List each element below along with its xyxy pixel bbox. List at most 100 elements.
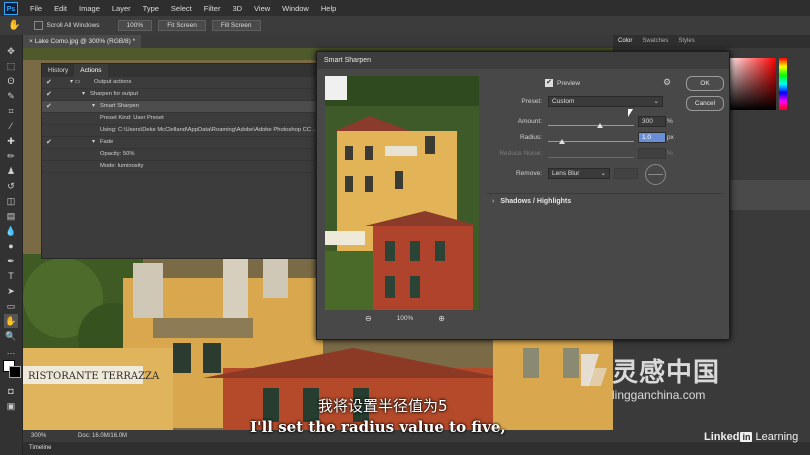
gear-icon[interactable]: ⚙: [663, 77, 671, 88]
hand-tool-icon[interactable]: ✋: [4, 314, 18, 328]
menu-window[interactable]: Window: [276, 4, 315, 13]
zoom-100-button[interactable]: 100%: [117, 20, 153, 31]
expand-arrow-icon[interactable]: ▾ ▭: [70, 77, 80, 88]
crop-tool-icon[interactable]: ⌗: [4, 104, 18, 118]
action-detail: Using: C:\Users\Deke McClelland\AppData\…: [100, 127, 318, 133]
quick-select-tool-icon[interactable]: ✎: [4, 89, 18, 103]
hotel-sign-text: RISTORANTE TERRAZZA: [28, 371, 160, 382]
tab-history[interactable]: History: [42, 64, 74, 77]
fill-screen-button[interactable]: Fill Screen: [211, 20, 261, 31]
tab-actions[interactable]: Actions: [74, 64, 108, 77]
tab-styles[interactable]: Styles: [673, 35, 699, 48]
menu-edit[interactable]: Edit: [48, 4, 73, 13]
action-row[interactable]: ✔ ▾ Sharpen for output: [42, 89, 319, 101]
scroll-all-windows-checkbox[interactable]: Scroll All Windows: [34, 21, 100, 30]
checkmark-icon[interactable]: ✔: [46, 101, 52, 112]
preview-label: Preview: [557, 79, 581, 87]
radius-input[interactable]: 1.0: [638, 132, 666, 143]
radius-slider[interactable]: [548, 139, 634, 144]
status-doc-size: Doc: 16.0M/16.0M: [78, 433, 128, 439]
action-detail: Mode: luminosity: [100, 163, 144, 169]
stamp-tool-icon[interactable]: ♟: [4, 164, 18, 178]
menu-3d[interactable]: 3D: [226, 4, 248, 13]
tab-color[interactable]: Color: [613, 35, 637, 48]
menu-select[interactable]: Select: [165, 4, 198, 13]
radius-label: Radius:: [519, 134, 542, 141]
amount-unit: %: [667, 118, 673, 125]
more-tools-icon[interactable]: …: [4, 344, 18, 358]
expand-arrow-icon[interactable]: ▾: [92, 137, 95, 148]
zoom-tool-icon[interactable]: 🔍: [4, 329, 18, 343]
healing-tool-icon[interactable]: ✚: [4, 134, 18, 148]
cancel-button[interactable]: Cancel: [686, 96, 724, 111]
amount-slider-knob[interactable]: [596, 123, 603, 128]
color-picker-field[interactable]: [726, 58, 776, 110]
action-step-row[interactable]: ✔ ▾ Fade: [42, 137, 319, 149]
preview-image[interactable]: [325, 76, 479, 310]
checkmark-icon[interactable]: ✔: [46, 89, 52, 100]
blur-tool-icon[interactable]: 💧: [4, 224, 18, 238]
marquee-tool-icon[interactable]: ⬚: [4, 59, 18, 73]
action-label: Sharpen for output: [90, 91, 139, 97]
chevron-down-icon: ⌄: [600, 170, 606, 177]
menu-view[interactable]: View: [248, 4, 276, 13]
move-tool-icon[interactable]: ✥: [4, 44, 18, 58]
action-detail-row: Preset Kind: User Preset: [42, 113, 319, 125]
preset-select[interactable]: Custom ⌄: [548, 96, 663, 107]
dialog-title: Smart Sharpen: [317, 52, 729, 69]
reduce-noise-label: Reduce Noise:: [499, 150, 542, 157]
document-tab[interactable]: × Lake Como.jpg @ 300% (RGB/8) *: [23, 35, 142, 48]
zoom-out-icon[interactable]: ⊖: [365, 314, 372, 323]
remove-select[interactable]: Lens Blur ⌄: [548, 168, 610, 179]
menu-help[interactable]: Help: [315, 4, 342, 13]
menu-type[interactable]: Type: [137, 4, 165, 13]
preview-zoom-controls: ⊖ 100% ⊕: [365, 314, 445, 323]
shadows-highlights-toggle[interactable]: › Shadows / Highlights: [492, 198, 571, 205]
timeline-bar[interactable]: Timeline: [23, 442, 810, 455]
subtitle-chinese: 我将设置半径值为5: [318, 397, 448, 415]
document-tab-label: Lake Como.jpg @ 300% (RGB/8) *: [34, 38, 136, 45]
menu-layer[interactable]: Layer: [106, 4, 137, 13]
reduce-noise-input: [638, 148, 666, 159]
remove-value: Lens Blur: [552, 170, 580, 177]
action-set-row[interactable]: ✔ ▾ ▭ Output actions: [42, 77, 319, 89]
history-brush-icon[interactable]: ↺: [4, 179, 18, 193]
brush-tool-icon[interactable]: ✏: [4, 149, 18, 163]
expand-arrow-icon[interactable]: ▾: [82, 89, 85, 100]
expand-arrow-icon[interactable]: ▾: [92, 101, 95, 112]
radius-unit: px: [667, 134, 674, 141]
gradient-tool-icon[interactable]: ▤: [4, 209, 18, 223]
menu-filter[interactable]: Filter: [198, 4, 227, 13]
background-color-swatch[interactable]: [9, 366, 21, 378]
ok-button[interactable]: OK: [686, 76, 724, 91]
zoom-in-icon[interactable]: ⊕: [438, 314, 445, 323]
preview-checkbox[interactable]: ✔ Preview: [545, 79, 580, 87]
type-tool-icon[interactable]: T: [4, 269, 18, 283]
status-zoom[interactable]: 300%: [31, 433, 46, 439]
lasso-tool-icon[interactable]: ʘ: [4, 74, 18, 88]
checkmark-icon[interactable]: ✔: [46, 77, 52, 88]
amount-input[interactable]: 300: [638, 116, 666, 127]
action-detail-row: Opacity: 50%: [42, 149, 319, 161]
dodge-tool-icon[interactable]: ●: [4, 239, 18, 253]
tab-swatches[interactable]: Swatches: [637, 35, 673, 48]
path-select-tool-icon[interactable]: ➤: [4, 284, 18, 298]
eyedropper-tool-icon[interactable]: ⁄: [4, 119, 18, 133]
screen-mode-icon[interactable]: ▣: [4, 399, 18, 413]
quick-mask-icon[interactable]: ◘: [4, 384, 18, 398]
menu-file[interactable]: File: [24, 4, 48, 13]
menu-image[interactable]: Image: [73, 4, 106, 13]
hue-slider[interactable]: [779, 58, 787, 110]
color-swatches[interactable]: [3, 360, 21, 382]
amount-slider[interactable]: [548, 123, 634, 128]
eraser-tool-icon[interactable]: ◫: [4, 194, 18, 208]
action-step-label: Fade: [100, 139, 114, 145]
fit-screen-button[interactable]: Fit Screen: [158, 20, 206, 31]
checkmark-icon[interactable]: ✔: [46, 137, 52, 148]
subtitle-english: I'll set the radius value to five,: [250, 418, 506, 436]
shape-tool-icon[interactable]: ▭: [4, 299, 18, 313]
action-step-row[interactable]: ✔ ▾ Smart Sharpen: [42, 101, 319, 113]
linkedin-learning-logo: Linked in Learning: [704, 431, 798, 443]
radius-slider-knob[interactable]: [558, 139, 565, 144]
pen-tool-icon[interactable]: ✒: [4, 254, 18, 268]
